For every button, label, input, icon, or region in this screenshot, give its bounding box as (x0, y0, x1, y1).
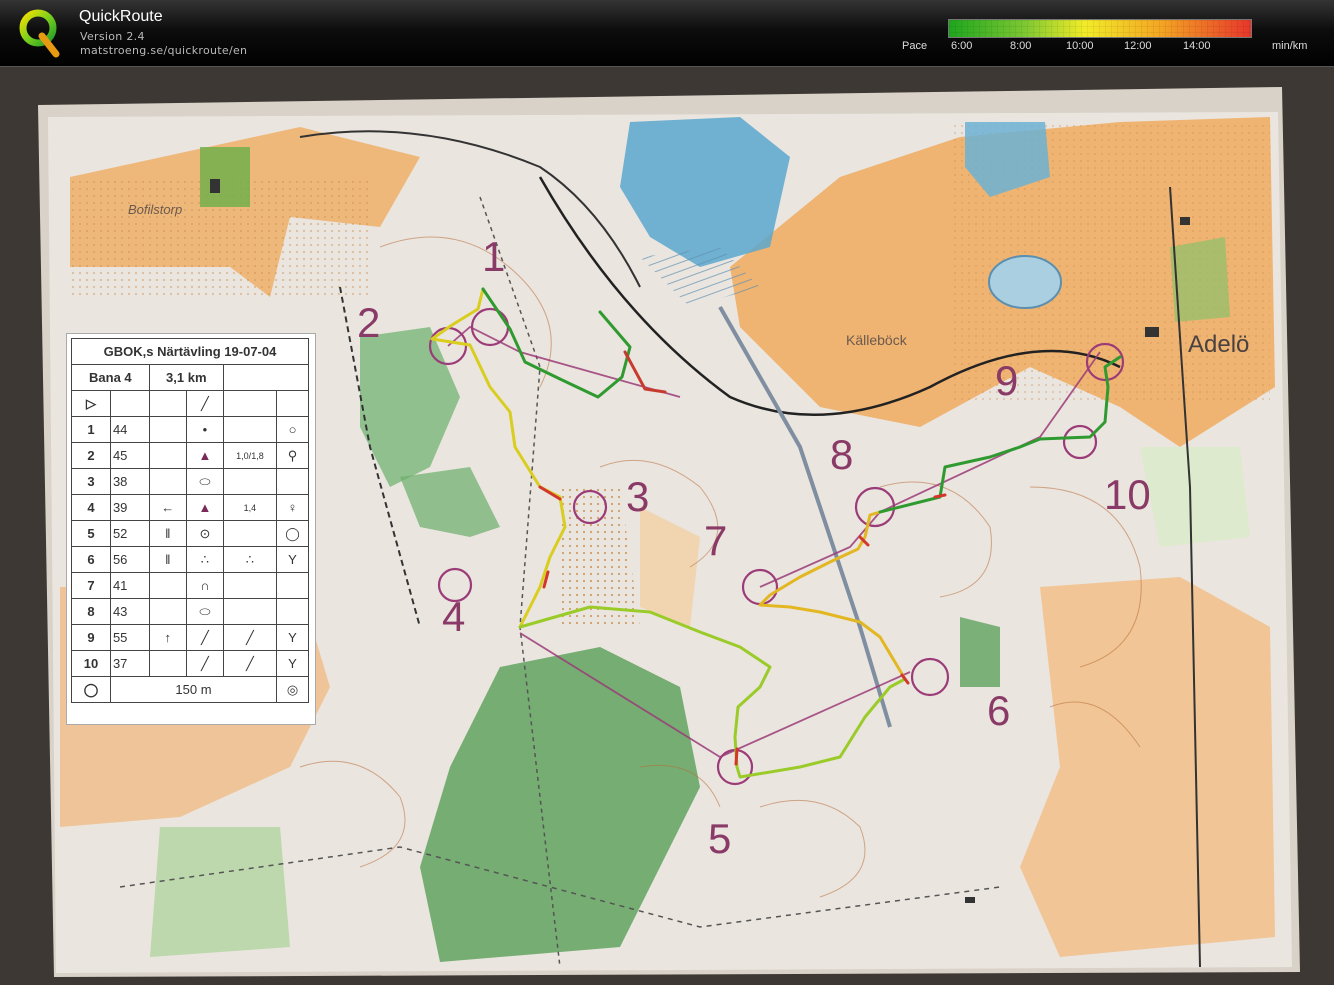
control-number: 6 (987, 687, 1011, 734)
pace-tick: 8:00 (1010, 40, 1032, 52)
control-row-code: 38 (109, 468, 150, 495)
control-row-code: 41 (109, 572, 150, 599)
control-row-number: 4 (71, 494, 111, 521)
place-name: Källeböck (846, 332, 907, 348)
depression-symbol-icon: ○ (275, 416, 310, 443)
y-junction-icon: Y (275, 546, 310, 573)
app-version: Version 2.4 (80, 30, 145, 43)
control-number: 3 (626, 473, 650, 520)
dimension-value: 1,0 (236, 450, 249, 461)
control-row-code: 43 (109, 598, 150, 625)
pace-tick: 10:00 (1066, 40, 1094, 52)
control-number: 4 (442, 593, 466, 640)
path-symbol-icon: ╱ (185, 650, 224, 677)
y-junction-icon: Y (275, 650, 310, 677)
control-row-number: 9 (71, 624, 111, 651)
boulder-field-icon: ∴ (222, 546, 277, 573)
finish-circle-icon: ◎ (275, 676, 310, 703)
pace-label: Pace (902, 40, 928, 52)
ellipse-symbol-icon: ⬭ (185, 468, 224, 495)
control-number: 2 (357, 299, 381, 346)
pace-tick: 12:00 (1124, 40, 1152, 52)
control-number: 7 (704, 517, 728, 564)
control-row-number: 5 (71, 520, 111, 547)
control-number: 1 (482, 233, 506, 280)
marsh-symbol-icon: ‖ (148, 520, 187, 547)
female-symbol-icon: ♀ (275, 494, 310, 521)
search-symbol-icon: ⚲ (275, 442, 310, 469)
control-number: 9 (995, 357, 1019, 404)
ring-symbol-icon: ◯ (275, 520, 310, 547)
spur-symbol-icon: ∩ (185, 572, 224, 599)
path-symbol-icon: ╱ (222, 650, 277, 677)
control-row-code: 44 (109, 416, 150, 443)
dimension-value: 1,4 (222, 494, 277, 521)
path-symbol-icon: ╱ (185, 624, 224, 651)
pace-color-scale (948, 19, 1252, 38)
arrow-left-icon: ← (148, 494, 187, 521)
y-junction-icon: Y (275, 624, 310, 651)
control-number: 8 (830, 431, 854, 478)
event-title: GBOK,s Närtävling 19-07-04 (71, 338, 309, 365)
control-row-code: 45 (109, 442, 150, 469)
arrow-up-icon: ↑ (148, 624, 187, 651)
map-canvas[interactable]: 1 2 3 4 5 6 7 8 9 10 Bofilstorp Källeböc… (0, 67, 1334, 985)
start-triangle-icon: ▷ (71, 390, 111, 417)
control-number: 10 (1104, 471, 1151, 518)
path-symbol-icon: ╱ (222, 624, 277, 651)
control-description-card: GBOK,s Närtävling 19-07-04 Bana 4 3,1 km… (66, 333, 316, 725)
control-row-number: 10 (71, 650, 111, 677)
control-number: 5 (708, 815, 732, 862)
control-row-number: 1 (71, 416, 111, 443)
app-title: QuickRoute (79, 8, 163, 25)
pace-tick: 6:00 (951, 40, 973, 52)
course-name: Bana 4 (71, 364, 150, 391)
place-name: Bofilstorp (128, 202, 183, 217)
control-row-code: 37 (109, 650, 150, 677)
dot-symbol-icon: • (185, 416, 224, 443)
control-row-code: 56 (109, 546, 150, 573)
app-url-link[interactable]: matstroeng.se/quickroute/en (80, 44, 247, 57)
pace-tick: 14:00 (1183, 40, 1211, 52)
marsh-symbol-icon: ‖ (148, 546, 187, 573)
app-header: QuickRoute Version 2.4 matstroeng.se/qui… (0, 0, 1334, 67)
triangle-symbol-icon: ▲ (185, 442, 224, 469)
boulder-field-icon: ∴ (185, 546, 224, 573)
control-row-number: 6 (71, 546, 111, 573)
control-row-code: 55 (109, 624, 150, 651)
dimension-value: 1,8 (251, 450, 264, 461)
control-row-number: 2 (71, 442, 111, 469)
control-row-number: 3 (71, 468, 111, 495)
finish-distance: 150 m (109, 676, 277, 703)
finish-start-icon: ◯ (71, 676, 111, 703)
place-name: Adelö (1188, 331, 1250, 358)
pace-unit: min/km (1272, 40, 1308, 52)
control-row-code: 39 (109, 494, 150, 521)
control-row-number: 7 (71, 572, 111, 599)
ellipse-symbol-icon: ⬭ (185, 598, 224, 625)
control-description-table: GBOK,s Närtävling 19-07-04 Bana 4 3,1 km… (71, 338, 310, 703)
course-length: 3,1 km (148, 364, 224, 391)
quickroute-logo-icon (19, 9, 60, 58)
control-row-code: 52 (109, 520, 150, 547)
triangle-symbol-icon: ▲ (185, 494, 224, 521)
circle-dot-icon: ⊙ (185, 520, 224, 547)
control-row-number: 8 (71, 598, 111, 625)
